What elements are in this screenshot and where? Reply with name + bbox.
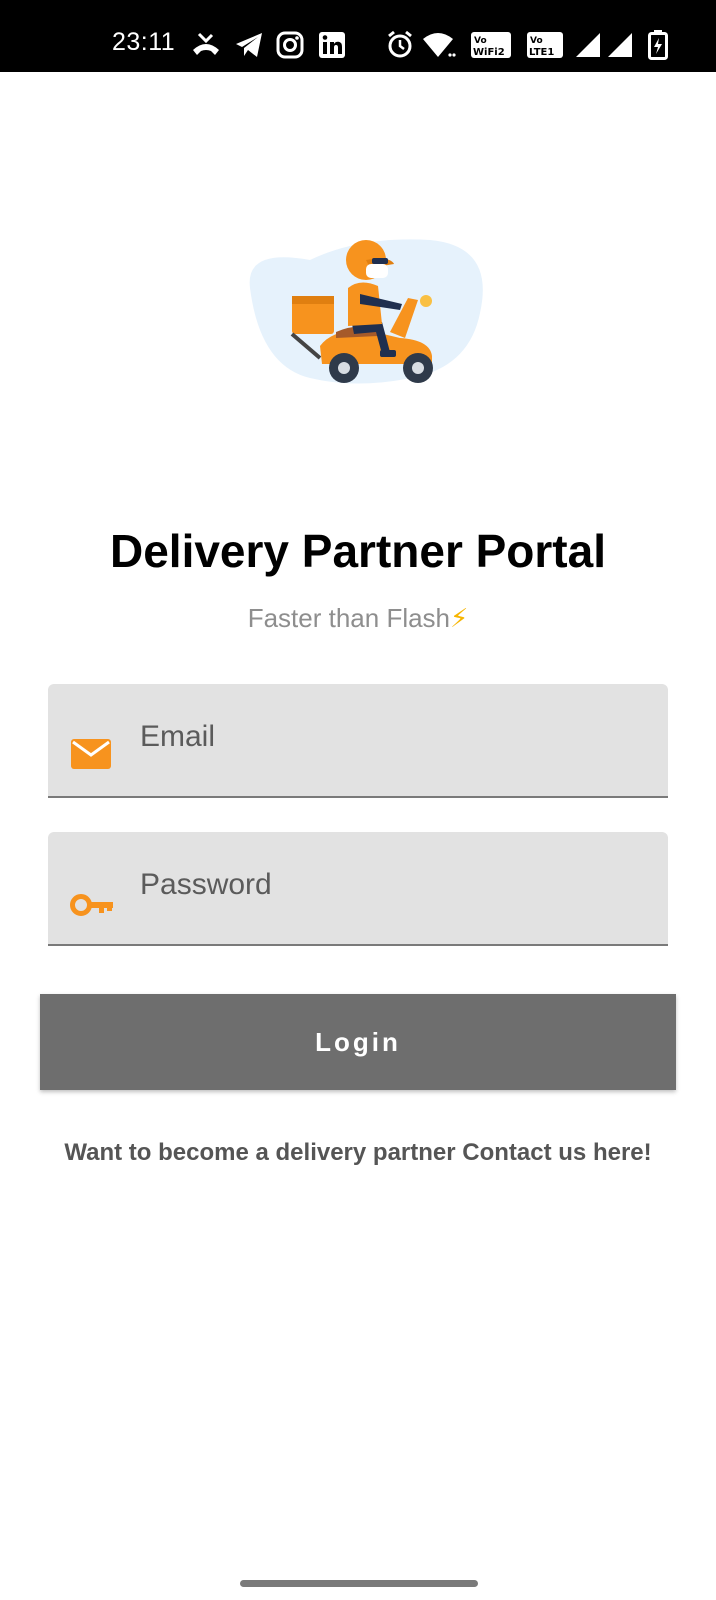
alarm-icon xyxy=(388,30,412,58)
status-bar: 23:11 Vo WiFi2 Vo LTE1 xyxy=(0,0,716,72)
missed-call-icon xyxy=(193,32,219,55)
svg-text:Vo: Vo xyxy=(530,36,543,46)
subtitle-text: Faster than Flash xyxy=(247,603,451,633)
page-title: Delivery Partner Portal xyxy=(109,525,606,577)
email-input[interactable] xyxy=(140,714,640,760)
svg-text:Vo: Vo xyxy=(474,36,487,46)
password-field[interactable] xyxy=(48,832,668,946)
telegram-icon xyxy=(236,33,262,57)
delivery-scooter-illustration xyxy=(249,239,483,384)
contact-link[interactable]: Want to become a delivery partner Contac… xyxy=(0,1139,716,1167)
lightning-emoji: ⚡ xyxy=(450,603,469,633)
instagram-icon xyxy=(276,31,304,59)
status-time: 23:11 xyxy=(112,28,176,56)
email-field[interactable] xyxy=(48,684,668,798)
home-indicator[interactable] xyxy=(240,1580,478,1587)
key-icon xyxy=(70,894,113,916)
mail-icon xyxy=(71,739,111,769)
linkedin-icon xyxy=(319,32,345,58)
page-subtitle: Faster than Flash⚡ xyxy=(0,603,716,634)
vowifi-icon: Vo WiFi2 xyxy=(471,32,511,58)
signal-icon xyxy=(608,33,632,57)
wifi-icon xyxy=(423,33,456,57)
battery-icon xyxy=(648,30,668,60)
svg-text:WiFi2: WiFi2 xyxy=(473,47,505,58)
login-button[interactable]: Login xyxy=(40,994,676,1090)
password-input[interactable] xyxy=(140,862,640,908)
svg-text:LTE1: LTE1 xyxy=(529,47,554,58)
volte-icon: Vo LTE1 xyxy=(527,32,563,58)
signal-icon xyxy=(576,33,600,57)
